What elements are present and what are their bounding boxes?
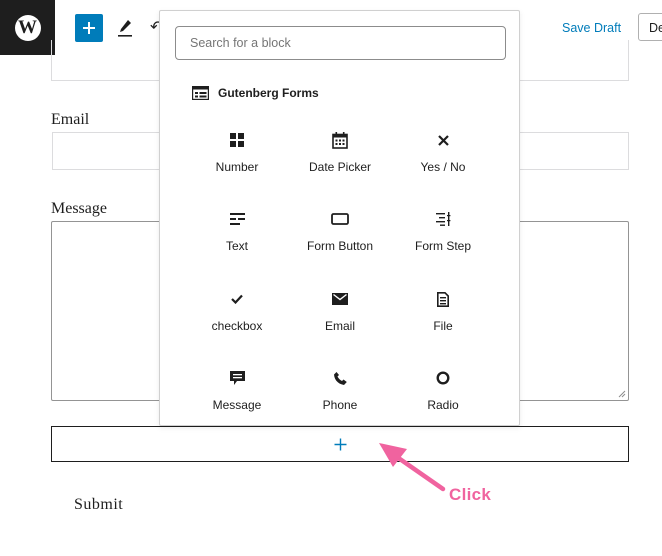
wordpress-logo-button[interactable]: W xyxy=(0,0,55,55)
block-label: Text xyxy=(225,239,248,253)
block-label: Form Button xyxy=(306,239,374,253)
wordpress-icon: W xyxy=(14,14,41,41)
preview-button[interactable]: De xyxy=(638,13,662,41)
button-icon xyxy=(331,213,349,225)
block-radio[interactable]: Radio xyxy=(391,367,495,427)
block-file[interactable]: File xyxy=(391,288,495,348)
block-label: Yes / No xyxy=(420,160,466,174)
block-label: Phone xyxy=(322,398,358,412)
block-message[interactable]: Message xyxy=(185,367,289,427)
block-number[interactable]: Number xyxy=(185,129,289,189)
plus-icon xyxy=(83,22,95,34)
block-date-picker[interactable]: Date Picker xyxy=(288,129,392,189)
steps-icon xyxy=(435,212,450,226)
comment-icon xyxy=(229,370,245,385)
close-icon xyxy=(437,134,449,146)
block-yes-no[interactable]: Yes / No xyxy=(391,129,495,189)
block-email[interactable]: Email xyxy=(288,288,392,348)
block-label: Number xyxy=(215,160,259,174)
block-label: Message xyxy=(212,398,262,412)
block-form-button[interactable]: Form Button xyxy=(288,208,392,268)
calendar-icon xyxy=(332,131,348,149)
grid-icon xyxy=(230,133,244,147)
plus-icon xyxy=(334,438,346,450)
block-label: Email xyxy=(324,319,355,333)
form-category-icon xyxy=(192,86,209,100)
check-icon xyxy=(231,294,243,304)
pencil-icon[interactable] xyxy=(117,18,133,38)
block-phone[interactable]: Phone xyxy=(288,367,392,427)
message-label: Message xyxy=(51,200,107,217)
category-header[interactable]: Gutenberg Forms xyxy=(192,86,319,100)
block-label: checkbox xyxy=(211,319,263,333)
block-label: Form Step xyxy=(414,239,471,253)
envelope-icon xyxy=(332,293,348,305)
submit-button[interactable]: Submit xyxy=(74,496,123,514)
block-label: Date Picker xyxy=(308,160,372,174)
block-form-step[interactable]: Form Step xyxy=(391,208,495,268)
file-icon xyxy=(437,291,449,307)
arrow-annotation-icon xyxy=(379,443,446,492)
block-label: Radio xyxy=(427,398,459,412)
circle-icon xyxy=(436,371,450,385)
click-annotation: Click xyxy=(449,485,492,504)
block-text[interactable]: Text xyxy=(185,208,289,268)
block-checkbox[interactable]: checkbox xyxy=(185,288,289,348)
block-inserter-popover: Gutenberg Forms Number Date Picker Yes /… xyxy=(159,10,520,426)
add-block-button[interactable] xyxy=(75,14,103,42)
category-title: Gutenberg Forms xyxy=(218,86,319,100)
email-label: Email xyxy=(51,111,90,128)
resize-handle-icon[interactable] xyxy=(618,390,626,398)
phone-icon xyxy=(333,371,347,385)
block-search-input[interactable] xyxy=(175,26,506,60)
block-appender-button[interactable] xyxy=(51,426,629,462)
block-label: File xyxy=(433,319,453,333)
save-draft-button[interactable]: Save Draft xyxy=(562,21,621,35)
text-lines-icon xyxy=(229,213,245,225)
